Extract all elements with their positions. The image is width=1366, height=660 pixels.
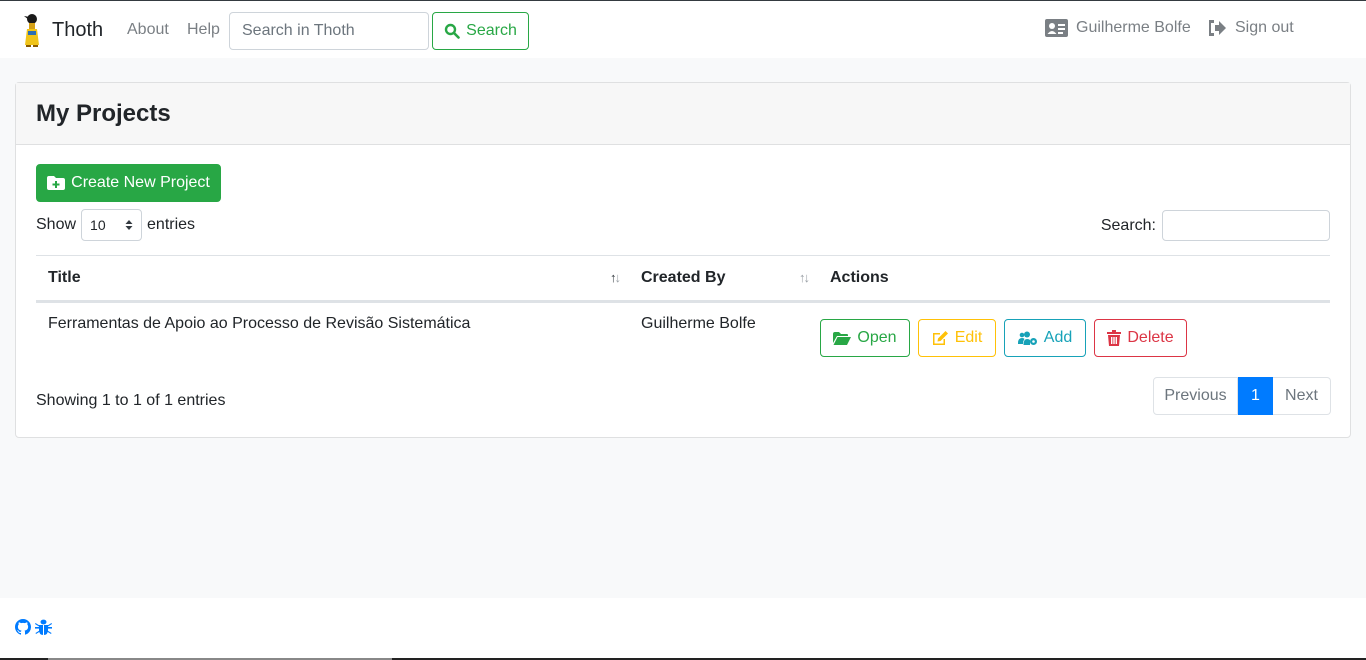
entries-select[interactable]: 10 <box>81 209 143 241</box>
open-project-button[interactable]: Open <box>820 319 910 357</box>
trash-icon <box>1107 330 1122 346</box>
nav-help-link[interactable]: Help <box>187 21 220 39</box>
cell-created-by: Guilherme Bolfe <box>641 315 756 332</box>
folder-plus-icon <box>47 176 66 190</box>
column-header-created-by[interactable]: Created By ↑↓ <box>629 255 818 303</box>
sort-icon: ↑↓ <box>799 270 810 285</box>
column-created-by-label: Created By <box>641 269 726 286</box>
table-info: Showing 1 to 1 of 1 entries <box>36 392 226 409</box>
cell-title: Ferramentas de Apoio ao Processo de Revi… <box>48 315 471 332</box>
table-search-input[interactable] <box>1162 210 1330 241</box>
table-search-label: Search: <box>1100 216 1156 234</box>
pagination: Previous 1 Next <box>1153 377 1331 415</box>
pagination-next[interactable]: Next <box>1273 377 1331 415</box>
bug-icon[interactable] <box>35 619 52 635</box>
sign-out-link[interactable]: Sign out <box>1207 19 1294 37</box>
edit-label: Edit <box>954 329 983 346</box>
length-prefix: Show <box>36 216 77 233</box>
folder-open-icon <box>833 331 852 345</box>
add-label: Add <box>1043 329 1073 346</box>
create-project-label: Create New Project <box>71 174 210 191</box>
nav-about-link[interactable]: About <box>127 21 169 39</box>
github-icon[interactable] <box>15 619 31 635</box>
column-header-title[interactable]: Title ↑↓ <box>36 255 629 303</box>
global-search-button-label: Search <box>466 22 517 39</box>
create-project-button[interactable]: Create New Project <box>36 164 221 202</box>
users-cog-icon <box>1017 331 1037 345</box>
footer <box>0 598 1366 660</box>
delete-label: Delete <box>1127 329 1174 346</box>
user-profile-link[interactable]: Guilherme Bolfe <box>1045 19 1191 37</box>
table-header-row: Title ↑↓ Created By ↑↓ Actions <box>36 255 1330 303</box>
pagination-previous[interactable]: Previous <box>1153 377 1238 415</box>
sort-asc-icon: ↑↓ <box>610 270 621 285</box>
table-row: Ferramentas de Apoio ao Processo de Revi… <box>36 302 1330 368</box>
column-title-label: Title <box>48 269 81 286</box>
global-search-button[interactable]: Search <box>432 12 529 50</box>
thoth-logo-icon <box>24 14 39 47</box>
projects-table: Title ↑↓ Created By ↑↓ Actions Ferrament… <box>36 255 1330 368</box>
card-header: My Projects <box>16 83 1350 145</box>
edit-project-button[interactable]: Edit <box>918 319 996 357</box>
length-suffix: entries <box>147 216 196 233</box>
sign-out-icon <box>1209 20 1226 36</box>
search-icon <box>444 23 460 39</box>
table-search-control: Search: <box>1101 210 1330 241</box>
user-name: Guilherme Bolfe <box>1076 19 1191 36</box>
open-label: Open <box>857 329 897 346</box>
add-member-button[interactable]: Add <box>1004 319 1086 357</box>
id-card-icon <box>1045 19 1068 37</box>
select-arrows-icon <box>125 220 133 230</box>
cell-actions: Open Edit Add Delete <box>818 302 1330 368</box>
navbar: Thoth About Help Search Guilherme Bolfe … <box>0 0 1366 58</box>
projects-card: My Projects Create New Project Show 10 e… <box>15 82 1351 438</box>
brand-name: Thoth <box>52 18 104 41</box>
global-search-input[interactable] <box>229 12 429 50</box>
page-title: My Projects <box>36 99 171 127</box>
column-header-actions: Actions <box>818 255 1330 303</box>
entries-length-control: Show 10 entries <box>36 209 195 241</box>
sign-out-label: Sign out <box>1235 19 1294 36</box>
footer-icons <box>15 619 52 635</box>
edit-icon <box>932 331 948 345</box>
column-actions-label: Actions <box>830 269 889 286</box>
delete-project-button[interactable]: Delete <box>1094 319 1187 357</box>
entries-select-value: 10 <box>90 217 106 233</box>
pagination-page-1[interactable]: 1 <box>1238 377 1273 415</box>
brand[interactable]: Thoth <box>20 13 103 47</box>
